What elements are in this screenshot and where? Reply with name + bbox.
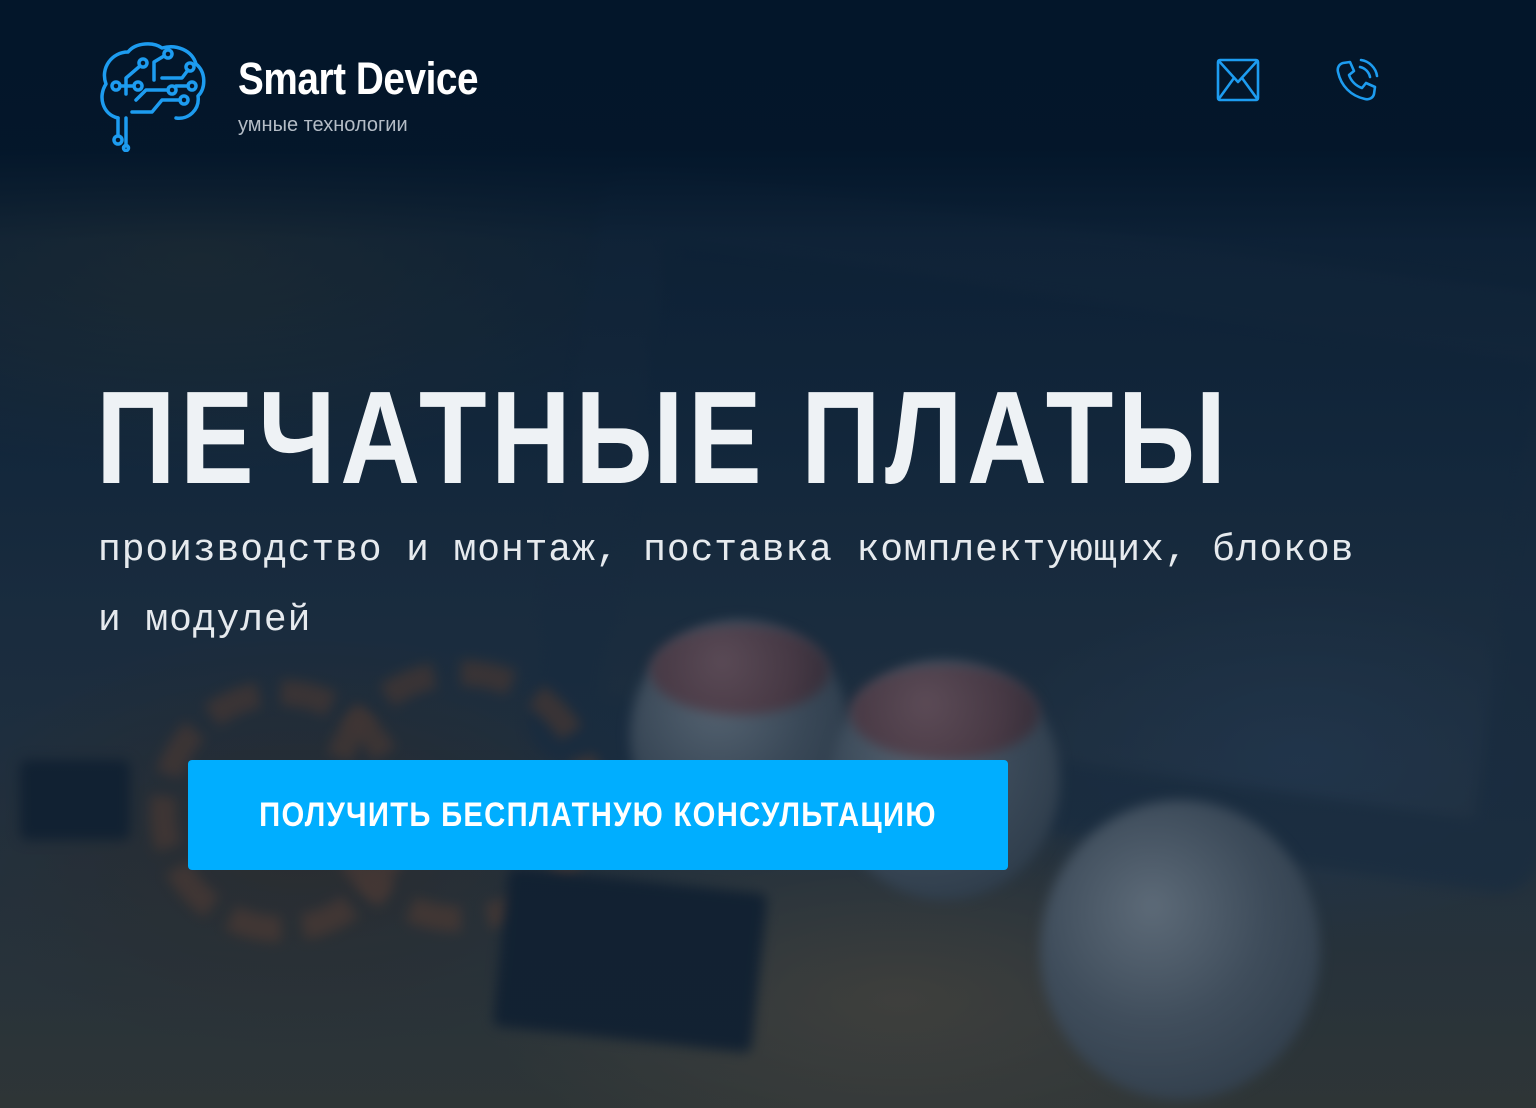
phone-icon[interactable] — [1334, 57, 1380, 103]
brand-name[interactable]: Smart Device — [238, 52, 479, 106]
circuit-brain-icon[interactable] — [96, 38, 210, 152]
free-consultation-button[interactable]: ПОЛУЧИТЬ БЕСПЛАТНУЮ КОНСУЛЬТАЦИЮ — [188, 760, 1008, 870]
brand-tagline: умные технологии — [238, 114, 408, 136]
mail-icon[interactable] — [1215, 57, 1261, 103]
cta-label: ПОЛУЧИТЬ БЕСПЛАТНУЮ КОНСУЛЬТАЦИЮ — [259, 795, 937, 834]
hero-subtitle: производство и монтаж, поставка комплект… — [98, 529, 1355, 642]
hero-title: ПЕЧАТНЫЕ ПЛАТЫ — [96, 364, 1231, 511]
site-header: Smart Device умные технологии — [0, 0, 1536, 170]
